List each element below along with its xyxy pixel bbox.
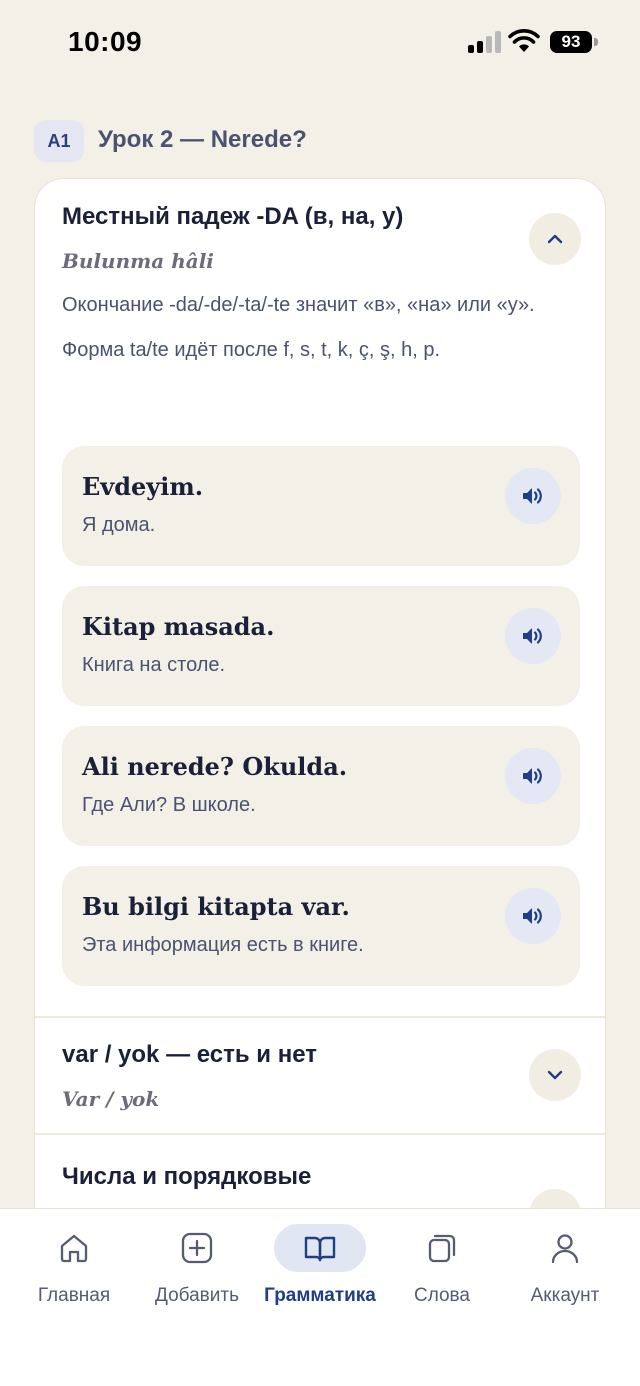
tab-icon-wrap [151, 1224, 243, 1272]
section-divider [35, 1016, 605, 1018]
collapse-button[interactable] [529, 213, 581, 265]
example-russian: Я дома. [82, 514, 156, 536]
play-audio-button[interactable] [505, 468, 561, 524]
tab-icon-wrap [519, 1224, 611, 1272]
home-icon [60, 1234, 88, 1263]
section-divider [35, 1133, 605, 1135]
tab-icon-wrap [396, 1224, 488, 1272]
expand-button[interactable] [529, 1049, 581, 1101]
example-card: Bu bilgi kitapta var. Эта информация ест… [62, 866, 580, 986]
tab-icon-wrap [28, 1224, 120, 1272]
section-subtitle: Bulunma hâli [62, 249, 214, 273]
speaker-icon [523, 628, 542, 644]
play-audio-button[interactable] [505, 608, 561, 664]
example-card: Evdeyim. Я дома. [62, 446, 580, 566]
speaker-icon [523, 908, 542, 924]
tab-account[interactable]: Аккаунт [505, 1209, 625, 1319]
section-title: Местный падеж -DA (в, на, у) [62, 203, 404, 230]
tab-bar: Главная Добавить Грамматика Слова Аккаун… [0, 1208, 640, 1386]
wifi-icon [508, 29, 540, 52]
tab-label: Грамматика [264, 1285, 376, 1306]
tab-label: Добавить [155, 1285, 239, 1306]
example-turkish: Ali nerede? Okulda. [82, 752, 348, 781]
section-title: var / yok — есть и нет [62, 1041, 317, 1068]
book-icon [304, 1236, 336, 1262]
example-turkish: Evdeyim. [82, 472, 204, 501]
example-russian: Где Али? В школе. [82, 794, 256, 816]
cards-icon [428, 1234, 456, 1263]
section-subtitle: Var / yok [62, 1087, 160, 1111]
play-audio-button[interactable] [505, 888, 561, 944]
cellular-signal-icon [468, 31, 502, 53]
battery-tip [594, 38, 598, 46]
speaker-icon [523, 768, 542, 784]
level-badge: A1 [34, 120, 84, 162]
speaker-icon [523, 488, 542, 504]
tab-add[interactable]: Добавить [137, 1209, 257, 1319]
example-russian: Эта информация есть в книге. [82, 934, 364, 956]
tab-words[interactable]: Слова [382, 1209, 502, 1319]
tab-label: Главная [37, 1285, 111, 1306]
status-time: 10:09 [68, 26, 143, 57]
tab-label: Аккаунт [530, 1285, 600, 1306]
grammar-card: Местный падеж -DA (в, на, у) Bulunma hâl… [34, 178, 606, 1278]
example-card: Kitap masada. Книга на столе. [62, 586, 580, 706]
tab-grammar[interactable]: Грамматика [260, 1209, 380, 1319]
tab-home[interactable]: Главная [14, 1209, 134, 1319]
battery-indicator: 93 [550, 31, 592, 53]
example-turkish: Bu bilgi kitapta var. [82, 892, 350, 921]
chevron-down-icon [547, 1070, 563, 1080]
user-icon [551, 1234, 579, 1264]
example-card: Ali nerede? Okulda. Где Али? В школе. [62, 726, 580, 846]
play-audio-button[interactable] [505, 748, 561, 804]
tab-icon-wrap [274, 1224, 366, 1272]
section-description: Окончание -da/-de/-ta/-te значит «в», «н… [62, 294, 535, 361]
example-russian: Книга на столе. [82, 654, 226, 676]
chevron-up-icon [547, 234, 563, 244]
status-bar: 10:09 93 [0, 0, 640, 86]
plus-square-icon [181, 1232, 213, 1264]
lesson-title: Урок 2 — Nerede? [98, 126, 307, 153]
tab-label: Слова [413, 1285, 471, 1306]
example-turkish: Kitap masada. [82, 612, 275, 641]
